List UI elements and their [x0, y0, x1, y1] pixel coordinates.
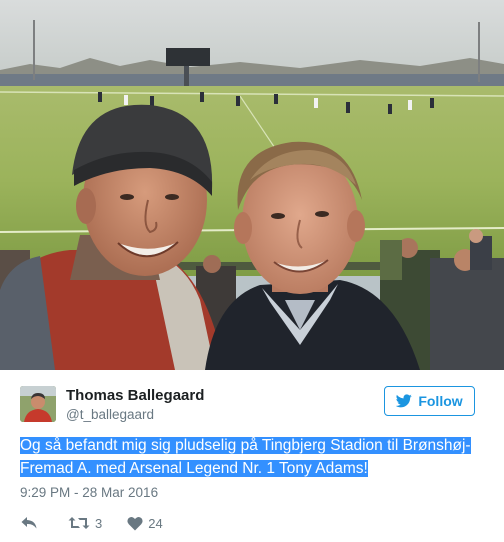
- retweet-button[interactable]: 3: [68, 515, 102, 531]
- follow-label: Follow: [418, 393, 463, 409]
- selfie-stadium-photo: [0, 0, 504, 370]
- like-button[interactable]: 24: [127, 515, 163, 531]
- tweet-photo[interactable]: [0, 0, 504, 370]
- tweet-text-selected: Og så befandt mig sig pludselig på Tingb…: [20, 437, 471, 477]
- tweet-timestamp[interactable]: 9:29 PM - 28 Mar 2016: [20, 485, 158, 500]
- heart-icon: [127, 516, 143, 530]
- tweet-text: Og så befandt mig sig pludselig på Tingb…: [20, 434, 490, 480]
- tweet-card: Thomas Ballegaard @t_ballegaard Follow O…: [0, 370, 504, 542]
- retweet-icon: [68, 517, 90, 529]
- user-handle[interactable]: @t_ballegaard: [66, 407, 154, 422]
- follow-button[interactable]: Follow: [384, 386, 475, 416]
- like-count: 24: [148, 515, 163, 531]
- reply-icon: [21, 517, 37, 529]
- tweet-embed: Thomas Ballegaard @t_ballegaard Follow O…: [0, 0, 504, 542]
- reply-button[interactable]: [20, 515, 38, 531]
- avatar-image: [20, 386, 56, 422]
- retweet-count: 3: [95, 515, 103, 531]
- tweet-actions: 3 24: [20, 513, 163, 533]
- avatar[interactable]: [20, 386, 56, 422]
- display-name[interactable]: Thomas Ballegaard: [66, 387, 204, 404]
- twitter-bird-icon: [396, 394, 413, 408]
